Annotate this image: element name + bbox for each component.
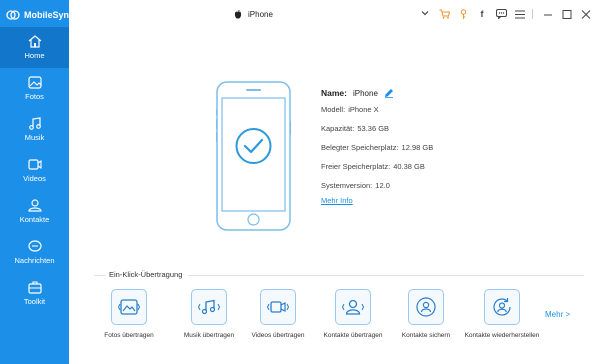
chevron-down-icon[interactable] — [420, 8, 430, 18]
mobilesync-logo-icon — [6, 10, 20, 20]
minimize-icon[interactable] — [540, 7, 556, 21]
toolbar-divider — [532, 9, 533, 19]
device-name-value: iPhone — [352, 88, 378, 98]
menu-icon[interactable] — [512, 7, 528, 21]
toolkit-icon — [27, 281, 42, 294]
videos-transfer-icon — [260, 289, 296, 325]
more-info-link[interactable]: Mehr Info — [321, 196, 433, 205]
device-name-row: Name: iPhone — [321, 86, 433, 100]
more-tools-link[interactable]: Mehr > — [545, 310, 570, 319]
sidebar-item-label: Fotos — [25, 92, 44, 101]
facebook-icon[interactable]: f — [474, 7, 490, 21]
device-name-label: Name: — [321, 88, 347, 98]
videos-transfer-tool[interactable]: Videos übertragen — [238, 289, 318, 339]
used-storage-row: Belegter Speicherplatz: 12.98 GB — [321, 143, 434, 152]
sidebar-item-label: Musik — [24, 133, 45, 142]
contacts-backup-icon — [408, 289, 444, 325]
sidebar-item-label: Nachrichten — [14, 256, 55, 265]
tool-label: Kontakte übertragen — [323, 332, 383, 339]
sidebar-item-videos[interactable]: Videos — [0, 150, 69, 191]
window-controls: f — [433, 7, 594, 21]
sidebar-item-home[interactable]: Home — [0, 27, 69, 68]
music-transfer-tool[interactable]: Musik übertragen — [169, 289, 249, 339]
photos-transfer-icon — [111, 289, 147, 325]
close-icon[interactable] — [578, 7, 594, 21]
sidebar: MobileSync Home Fotos Musik Videos Konta… — [0, 0, 74, 364]
capacity-row: Kapazität: 53.36 GB — [321, 124, 390, 133]
contacts-backup-tool[interactable]: Kontakte sichern — [386, 289, 466, 339]
title-bar: iPhone f — [69, 0, 600, 29]
sidebar-item-label: Kontakte — [19, 215, 50, 224]
music-transfer-icon — [191, 289, 227, 325]
tool-label: Kontakte wiederherstellen — [464, 332, 540, 339]
section-divider — [94, 275, 106, 276]
maximize-icon[interactable] — [559, 7, 575, 21]
chat-icon[interactable] — [493, 7, 509, 21]
key-icon[interactable] — [455, 7, 471, 21]
contacts-restore-tool[interactable]: Kontakte wiederherstellen — [462, 289, 542, 339]
device-info: Name: iPhone Modell: iPhone X Kapazität: 5… — [321, 86, 433, 205]
model-row: Modell: iPhone X — [321, 105, 379, 114]
video-icon — [27, 159, 42, 170]
photo-icon — [27, 76, 42, 89]
contacts-transfer-tool[interactable]: Kontakte übertragen — [313, 289, 393, 339]
sidebar-item-label: Home — [24, 51, 45, 60]
system-version-row: Systemversion: 12.0 — [321, 181, 390, 190]
free-storage-row: Freier Speicherplatz: 40.38 GB — [321, 162, 425, 171]
sidebar-item-label: Videos — [23, 174, 46, 183]
device-select[interactable]: iPhone — [234, 6, 430, 23]
apple-icon — [234, 9, 242, 19]
contacts-restore-icon — [484, 289, 520, 325]
tool-label: Fotos übertragen — [104, 332, 154, 339]
photos-transfer-tool[interactable]: Fotos übertragen — [89, 289, 169, 339]
edit-icon[interactable] — [384, 88, 394, 98]
cart-icon[interactable] — [436, 7, 452, 21]
music-icon — [28, 117, 41, 130]
tool-label: Kontakte sichern — [401, 332, 451, 339]
sidebar-item-kontakte[interactable]: Kontakte — [0, 191, 69, 232]
tool-label: Videos übertragen — [251, 332, 305, 339]
sidebar-item-fotos[interactable]: Fotos — [0, 68, 69, 109]
contacts-transfer-icon — [335, 289, 371, 325]
home-icon — [28, 35, 41, 48]
contacts-icon — [27, 199, 42, 212]
app-title: MobileSync — [24, 10, 75, 20]
messages-icon — [27, 240, 42, 252]
sidebar-item-musik[interactable]: Musik — [0, 109, 69, 150]
sidebar-item-label: Toolkit — [23, 297, 46, 306]
phone-illustration — [215, 81, 292, 231]
one-click-title: Ein-Klick-Übertragung — [109, 270, 189, 279]
sidebar-item-nachrichten[interactable]: Nachrichten — [0, 232, 69, 273]
device-select-value: iPhone — [248, 10, 273, 19]
sidebar-nav: Home Fotos Musik Videos Kontakte Nachric… — [0, 27, 69, 314]
tool-label: Musik übertragen — [183, 332, 235, 339]
sidebar-item-toolkit[interactable]: Toolkit — [0, 273, 69, 314]
